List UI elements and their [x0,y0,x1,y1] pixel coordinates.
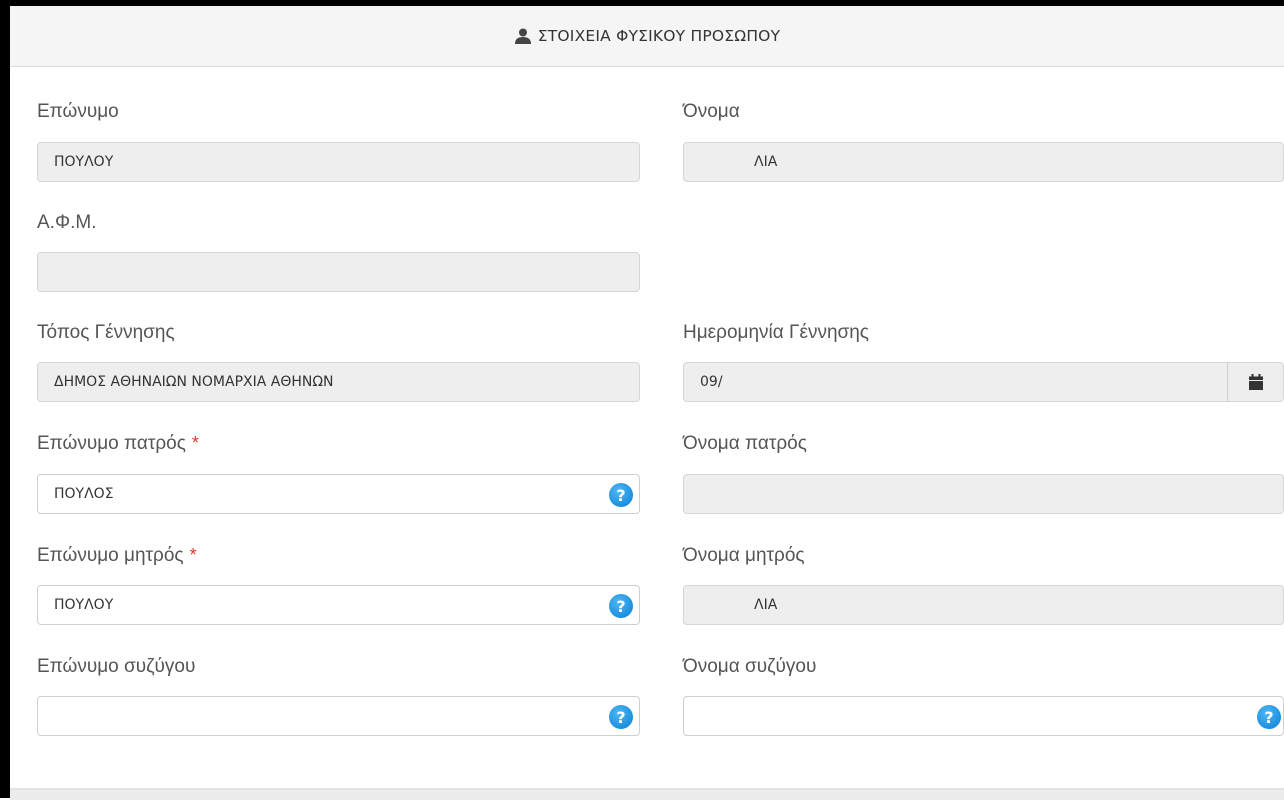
surname-label: Επώνυμο [37,101,119,122]
mother-surname-input[interactable] [38,586,639,624]
help-icon[interactable]: ? [609,594,633,618]
user-icon [514,28,531,44]
father-surname-field[interactable]: ? [37,474,640,514]
mother-surname-field[interactable]: ? [37,585,640,625]
help-icon[interactable]: ? [1257,705,1281,729]
panel-header: ΣΤΟΙΧΕΙΑ ΦΥΣΙΚΟΥ ΠΡΟΣΩΠΟΥ [10,6,1284,67]
father-name-label: Όνομα πατρός [683,433,807,454]
mother-name-field[interactable] [683,585,1284,625]
afm-field[interactable] [37,252,640,292]
birth-place-label: Τόπος Γέννησης [37,322,175,343]
help-icon[interactable]: ? [609,483,633,507]
calendar-button[interactable] [1227,363,1283,401]
birth-place-field[interactable] [37,362,640,402]
father-surname-label-text: Επώνυμο πατρός [37,433,186,454]
spouse-surname-label: Επώνυμο συζύγου [37,656,196,677]
birth-date-field[interactable] [683,362,1284,402]
panel-title: ΣΤΟΙΧΕΙΑ ΦΥΣΙΚΟΥ ΠΡΟΣΩΠΟΥ [537,27,781,45]
spouse-name-field[interactable]: ? [683,696,1284,736]
mother-name-label: Όνομα μητρός [683,545,805,566]
birth-place-input[interactable] [38,363,639,401]
first-name-label: Όνομα [683,101,740,122]
first-name-input[interactable] [684,143,1283,181]
spouse-name-input[interactable] [684,697,1283,735]
afm-input[interactable] [38,253,639,291]
window-frame-left [0,0,10,798]
panel-footer [10,788,1284,800]
first-name-field[interactable] [683,142,1284,182]
birth-date-input[interactable] [684,363,1283,401]
father-name-input[interactable] [684,475,1283,513]
required-marker: * [189,545,197,565]
mother-name-input[interactable] [684,586,1283,624]
father-surname-input[interactable] [38,475,639,513]
father-surname-label: Επώνυμο πατρός * [37,433,199,455]
help-icon[interactable]: ? [609,705,633,729]
calendar-icon [1248,374,1263,390]
afm-label: Α.Φ.Μ. [37,212,97,233]
mother-surname-label: Επώνυμο μητρός * [37,545,197,567]
required-marker: * [191,433,199,453]
spouse-surname-field[interactable]: ? [37,696,640,736]
surname-field[interactable] [37,142,640,182]
surname-input[interactable] [38,143,639,181]
mother-surname-label-text: Επώνυμο μητρός [37,545,184,566]
birth-date-label: Ημερομηνία Γέννησης [683,322,869,343]
father-name-field[interactable] [683,474,1284,514]
spouse-surname-input[interactable] [38,697,639,735]
spouse-name-label: Όνομα συζύγου [683,656,817,677]
